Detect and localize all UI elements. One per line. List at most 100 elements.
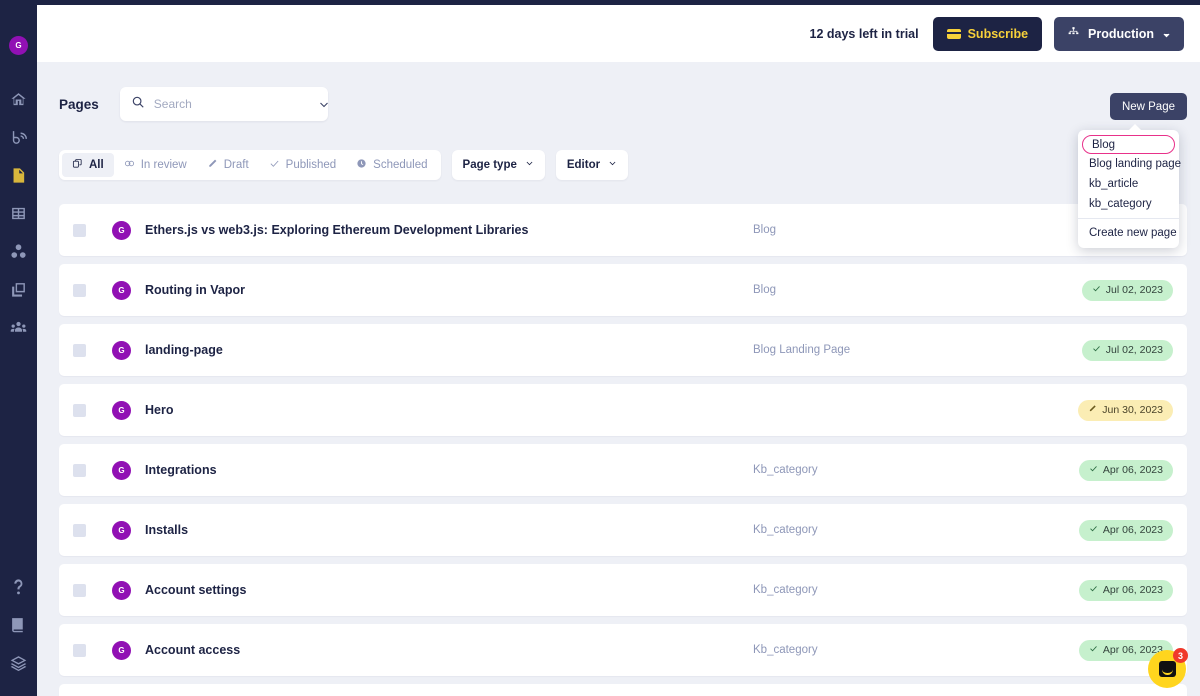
status-badge-date: Apr 06, 2023 — [1103, 584, 1163, 596]
chevron-down-icon[interactable] — [318, 98, 330, 110]
menu-item-kb-article[interactable]: kb_article — [1078, 174, 1179, 194]
sidebar-item-blog[interactable] — [0, 121, 37, 159]
top-header: 12 days left in trial Subscribe Producti… — [37, 5, 1200, 62]
credit-card-icon — [947, 29, 961, 39]
chevron-down-icon — [525, 159, 534, 171]
table-row[interactable]: GIntegrationsKb_categoryApr 06, 2023 — [59, 444, 1187, 496]
check-icon — [1092, 344, 1101, 356]
table-row[interactable]: GRouting in VaporBlogJul 02, 2023 — [59, 264, 1187, 316]
row-checkbox[interactable] — [73, 644, 86, 657]
blog-icon — [10, 129, 27, 151]
status-badge-date: Jun 30, 2023 — [1102, 404, 1163, 416]
row-title[interactable]: Account access — [145, 643, 240, 657]
filter-row: All In review Draft — [59, 150, 1187, 180]
table-row[interactable]: Glanding-pageBlog Landing PageJul 02, 20… — [59, 324, 1187, 376]
sidebar-item-components[interactable] — [0, 235, 37, 273]
status-badge: Apr 06, 2023 — [1079, 580, 1173, 601]
copy-icon — [72, 158, 83, 172]
status-badge-date: Apr 06, 2023 — [1103, 464, 1163, 476]
row-title[interactable]: landing-page — [145, 343, 223, 357]
row-page-type: Blog — [753, 284, 776, 296]
filter-tab-draft-label: Draft — [224, 159, 249, 171]
row-page-type: Kb_category — [753, 524, 818, 536]
help-icon — [10, 578, 27, 600]
avatar[interactable]: G — [9, 36, 28, 55]
media-icon — [10, 281, 27, 303]
sidebar-item-pages[interactable] — [0, 159, 37, 197]
row-title[interactable]: Ethers.js vs web3.js: Exploring Ethereum… — [145, 223, 528, 237]
new-page-button[interactable]: New Page — [1110, 93, 1187, 120]
filter-tab-in-review[interactable]: In review — [114, 153, 197, 177]
row-title[interactable]: Hero — [145, 403, 173, 417]
row-content: Ethers.js vs web3.js: Exploring Ethereum… — [131, 204, 1173, 256]
row-content: IntegrationsKb_categoryApr 06, 2023 — [131, 444, 1173, 496]
docs-icon — [10, 616, 27, 638]
check-icon — [269, 158, 280, 172]
editor-dropdown-label: Editor — [567, 159, 600, 171]
search-input[interactable] — [154, 97, 309, 111]
row-checkbox[interactable] — [73, 524, 86, 537]
status-badge: Apr 06, 2023 — [1079, 460, 1173, 481]
status-badge: Apr 06, 2023 — [1079, 520, 1173, 541]
chevron-down-icon — [608, 159, 617, 171]
sidebar-item-help[interactable] — [0, 570, 37, 608]
table-row[interactable]: GAccount settingsKb_categoryApr 06, 2023 — [59, 564, 1187, 616]
table-row[interactable]: G Installs Kb_category Apr 06, 2023 — [59, 504, 1187, 556]
table-row[interactable]: GEthers.js vs web3.js: Exploring Ethereu… — [59, 204, 1187, 256]
status-badge-date: Jul 02, 2023 — [1106, 344, 1163, 356]
row-checkbox[interactable] — [73, 404, 86, 417]
sidebar-item-docs[interactable] — [0, 608, 37, 646]
sidebar-item-layers[interactable] — [0, 646, 37, 684]
filter-tab-scheduled[interactable]: Scheduled — [346, 153, 437, 177]
check-icon — [1089, 524, 1098, 536]
menu-item-kb-category[interactable]: kb_category — [1078, 194, 1179, 214]
row-checkbox[interactable] — [73, 584, 86, 597]
trial-status-text: 12 days left in trial — [810, 27, 919, 41]
environment-selector-button[interactable]: Production — [1054, 17, 1184, 51]
row-content: landing-pageBlog Landing PageJul 02, 202… — [131, 324, 1173, 376]
filter-tab-all[interactable]: All — [62, 153, 114, 177]
status-badge-date: Jul 02, 2023 — [1106, 284, 1163, 296]
subscribe-button[interactable]: Subscribe — [933, 17, 1042, 51]
table-row[interactable]: GHeroJun 30, 2023 — [59, 384, 1187, 436]
sidebar-item-audience[interactable] — [0, 311, 37, 349]
subscribe-button-label: Subscribe — [968, 27, 1028, 41]
row-title[interactable]: Account settings — [145, 583, 246, 597]
left-sidebar: G — [0, 0, 37, 696]
review-icon — [124, 158, 135, 172]
chat-bubble-icon — [1159, 661, 1176, 677]
row-checkbox[interactable] — [73, 344, 86, 357]
sidebar-item-media[interactable] — [0, 273, 37, 311]
table-row[interactable]: GAccount accessKb_categoryApr 06, 2023 — [59, 624, 1187, 676]
menu-item-create-new-page[interactable]: Create new page — [1078, 223, 1179, 243]
sidebar-item-collections[interactable] — [0, 197, 37, 235]
row-avatar: G — [112, 521, 131, 540]
search-icon — [131, 95, 145, 114]
row-checkbox[interactable] — [73, 224, 86, 237]
check-icon — [1089, 464, 1098, 476]
search-box[interactable] — [120, 87, 328, 121]
row-page-type: Kb_category — [753, 584, 818, 596]
row-title[interactable]: Installs — [145, 523, 188, 537]
row-avatar: G — [112, 641, 131, 660]
status-badge-date: Apr 06, 2023 — [1103, 524, 1163, 536]
page-type-dropdown[interactable]: Page type — [452, 150, 545, 180]
row-checkbox[interactable] — [73, 464, 86, 477]
row-avatar: G — [112, 341, 131, 360]
chat-widget-button[interactable]: 3 — [1148, 650, 1186, 688]
row-content: Installs Kb_category Apr 06, 2023 — [131, 504, 1173, 556]
menu-item-blog[interactable]: Blog — [1082, 135, 1175, 154]
table-row[interactable]: G — [59, 684, 1187, 696]
menu-item-blog-landing-page[interactable]: Blog landing page — [1078, 154, 1179, 174]
row-page-type: Blog — [753, 224, 776, 236]
row-title[interactable]: Routing in Vapor — [145, 283, 245, 297]
sidebar-item-home[interactable] — [0, 83, 37, 121]
check-icon — [1092, 284, 1101, 296]
status-filter-tabs: All In review Draft — [59, 150, 441, 180]
filter-tab-published[interactable]: Published — [259, 153, 347, 177]
row-title[interactable]: Integrations — [145, 463, 217, 477]
chat-unread-badge: 3 — [1173, 648, 1188, 663]
editor-dropdown[interactable]: Editor — [556, 150, 628, 180]
filter-tab-draft[interactable]: Draft — [197, 153, 259, 177]
row-checkbox[interactable] — [73, 284, 86, 297]
